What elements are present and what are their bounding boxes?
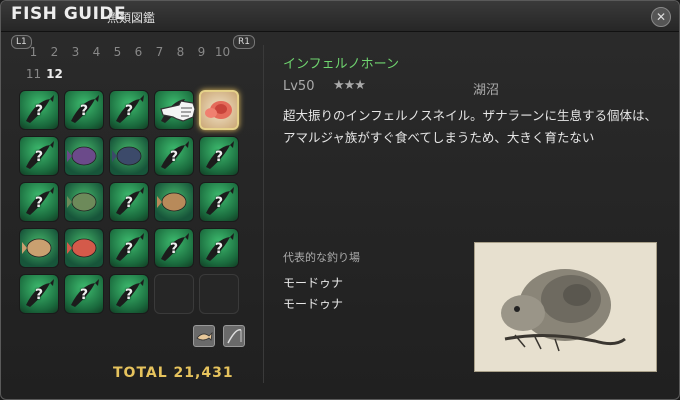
fish-thumbnail-icon	[22, 238, 52, 258]
fishing-rod-icon[interactable]	[223, 325, 245, 347]
fish-grid: ???????????????	[19, 90, 239, 314]
unknown-mark: ?	[215, 195, 224, 211]
fishing-spot-item: モードゥナ	[283, 276, 344, 290]
page-tab-3[interactable]: 3	[65, 45, 86, 59]
fish-slot-unknown[interactable]: ?	[64, 90, 104, 130]
fish-illustration	[474, 242, 657, 372]
fish-name: インフェルノホーン	[283, 57, 399, 72]
fish-slot-caught[interactable]	[64, 136, 104, 176]
unknown-mark: ?	[35, 149, 44, 165]
fish-slot-selected[interactable]	[199, 90, 239, 130]
fish-thumbnail-icon	[67, 192, 97, 212]
fish-slot-unknown[interactable]: ?	[154, 228, 194, 268]
empty-slot[interactable]	[199, 274, 239, 314]
fish-slot-unknown[interactable]: ?	[19, 182, 59, 222]
fish-slot-unknown[interactable]: ?	[109, 90, 149, 130]
close-icon[interactable]: ✕	[651, 7, 671, 27]
unknown-mark: ?	[125, 287, 134, 303]
fishing-spot-heading: 代表的な釣り場	[283, 251, 360, 264]
fish-slot-caught[interactable]	[154, 182, 194, 222]
snail-icon	[205, 101, 232, 119]
unknown-mark: ?	[215, 149, 224, 165]
fish-slot-unknown[interactable]: ?	[109, 274, 149, 314]
page-tab-2[interactable]: 2	[44, 45, 65, 59]
fish-slot-unknown[interactable]: ?	[19, 274, 59, 314]
fish-slot-unknown[interactable]: ?	[19, 136, 59, 176]
fish-slot-unknown[interactable]: ?	[19, 90, 59, 130]
fish-slot-caught[interactable]	[64, 182, 104, 222]
unknown-mark: ?	[170, 241, 179, 257]
unknown-mark: ?	[35, 287, 44, 303]
fish-thumbnail-icon	[67, 146, 97, 166]
fish-slot-caught[interactable]	[19, 228, 59, 268]
page-tab-10[interactable]: 10	[212, 45, 233, 59]
total-count: TOTAL 21,431	[113, 365, 234, 381]
unknown-mark: ?	[80, 103, 89, 119]
fish-guide-window: FISH GUIDE 魚類図鑑 ✕ L1 R1 1 2 3 4 5 6 7 8 9 10 11 12…	[0, 0, 680, 400]
pointer-hand-icon	[159, 95, 199, 129]
empty-slot[interactable]	[154, 274, 194, 314]
fish-thumbnail-icon	[67, 238, 97, 258]
page-tabs-row1: 1 2 3 4 5 6 7 8 9 10	[23, 45, 253, 59]
unknown-mark: ?	[35, 195, 44, 211]
page-tab-9[interactable]: 9	[191, 45, 212, 59]
fish-slot-unknown[interactable]: ?	[154, 136, 194, 176]
page-tab-11[interactable]: 11	[23, 67, 44, 81]
page-tab-7[interactable]: 7	[149, 45, 170, 59]
unknown-mark: ?	[125, 241, 134, 257]
fish-slot-caught[interactable]	[64, 228, 104, 268]
window-subtitle: 魚類図鑑	[107, 11, 156, 25]
fish-slot-unknown[interactable]: ?	[199, 182, 239, 222]
fish-slot-unknown[interactable]: ?	[199, 136, 239, 176]
titlebar: FISH GUIDE 魚類図鑑 ✕	[1, 1, 679, 32]
fish-slot-unknown[interactable]: ?	[109, 182, 149, 222]
fish-sort-icon[interactable]	[193, 325, 215, 347]
panel-divider	[263, 45, 264, 383]
fish-slot-caught[interactable]	[109, 136, 149, 176]
fish-thumbnail-icon	[157, 192, 187, 212]
fish-slot-unknown[interactable]: ?	[109, 228, 149, 268]
unknown-mark: ?	[80, 287, 89, 303]
page-tab-6[interactable]: 6	[128, 45, 149, 59]
page-tab-5[interactable]: 5	[107, 45, 128, 59]
page-tab-12[interactable]: 12	[44, 67, 65, 81]
fish-description: 超大振りのインフェルノスネイル。ザナラーンに生息する個体は、アマルジャ族がすぐ食…	[283, 108, 658, 145]
fish-slot-unknown[interactable]: ?	[199, 228, 239, 268]
fish-stars: ★★★	[333, 78, 366, 93]
fish-slot-unknown[interactable]: ?	[64, 274, 104, 314]
unknown-mark: ?	[215, 241, 224, 257]
page-tab-1[interactable]: 1	[23, 45, 44, 59]
fish-habitat: 湖沼	[473, 83, 500, 98]
unknown-mark: ?	[35, 103, 44, 119]
unknown-mark: ?	[125, 103, 134, 119]
fishing-spot-item: モードゥナ	[283, 297, 344, 311]
page-tabs-row2: 11 12	[23, 67, 65, 81]
unknown-mark: ?	[170, 149, 179, 165]
page-tab-4[interactable]: 4	[86, 45, 107, 59]
page-tab-8[interactable]: 8	[170, 45, 191, 59]
unknown-mark: ?	[125, 195, 134, 211]
fish-level: Lv50	[283, 79, 315, 94]
fish-thumbnail-icon	[112, 146, 142, 166]
